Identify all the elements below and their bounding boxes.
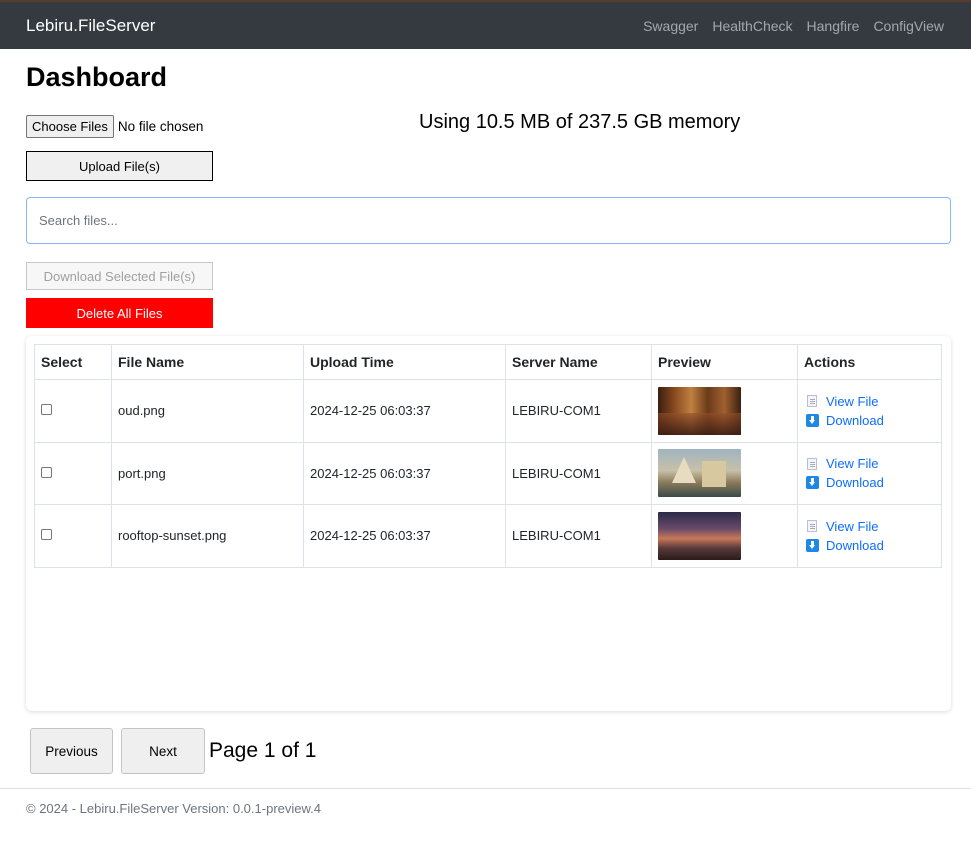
row-checkbox[interactable] — [41, 529, 52, 541]
upload-time: 2024-12-25 06:03:37 — [303, 504, 506, 568]
view-file-label: View File — [826, 518, 879, 534]
header-select: Select — [34, 344, 112, 380]
memory-usage: Using 10.5 MB of 237.5 GB memory — [419, 111, 741, 133]
search-input[interactable] — [26, 197, 951, 244]
file-name: oud.png — [111, 379, 304, 443]
nav-links: Swagger HealthCheck Hangfire ConfigView — [643, 18, 944, 34]
next-page-button[interactable]: Next — [121, 728, 205, 774]
nav-link-hangfire[interactable]: Hangfire — [807, 18, 860, 34]
download-label: Download — [826, 412, 884, 428]
document-icon — [807, 520, 817, 533]
table-row: oud.png 2024-12-25 06:03:37 LEBIRU-COM1 … — [34, 379, 942, 443]
document-icon — [807, 457, 817, 470]
nav-link-healthcheck[interactable]: HealthCheck — [712, 18, 792, 34]
download-label: Download — [826, 537, 884, 553]
top-navbar: Lebiru.FileServer Swagger HealthCheck Ha… — [0, 0, 971, 49]
preview-thumbnail[interactable] — [658, 386, 741, 435]
download-selected-button[interactable]: Download Selected File(s) — [26, 262, 213, 290]
file-input: Choose Files No file chosen — [26, 115, 203, 138]
header-server-name: Server Name — [505, 344, 652, 380]
view-file-link[interactable]: View File — [804, 394, 935, 409]
download-link[interactable]: Download — [804, 538, 935, 553]
view-file-label: View File — [826, 456, 879, 472]
files-card: Select File Name Upload Time Server Name… — [26, 336, 951, 711]
row-checkbox[interactable] — [41, 466, 52, 478]
row-actions: View File Download — [804, 456, 935, 490]
view-file-label: View File — [826, 393, 879, 409]
files-table: Select File Name Upload Time Server Name… — [34, 344, 942, 568]
upload-time: 2024-12-25 06:03:37 — [303, 379, 506, 443]
table-row: rooftop-sunset.png 2024-12-25 06:03:37 L… — [34, 504, 942, 568]
row-checkbox[interactable] — [41, 404, 52, 416]
server-name: LEBIRU-COM1 — [505, 504, 652, 568]
preview-thumbnail[interactable] — [658, 511, 741, 560]
header-actions: Actions — [797, 344, 942, 380]
preview-thumbnail[interactable] — [658, 449, 741, 498]
download-label: Download — [826, 475, 884, 491]
footer: © 2024 - Lebiru.FileServer Version: 0.0.… — [0, 788, 971, 816]
choose-files-button[interactable]: Choose Files — [26, 115, 114, 138]
page-indicator: Page 1 of 1 — [209, 739, 317, 762]
row-actions: View File Download — [804, 394, 935, 428]
view-file-link[interactable]: View File — [804, 456, 935, 471]
upload-time: 2024-12-25 06:03:37 — [303, 441, 506, 505]
download-icon — [806, 538, 819, 552]
header-upload-time: Upload Time — [303, 344, 506, 380]
row-actions: View File Download — [804, 519, 935, 553]
page-title: Dashboard — [26, 62, 168, 92]
upload-files-button[interactable]: Upload File(s) — [26, 151, 213, 181]
document-icon — [807, 395, 817, 408]
server-name: LEBIRU-COM1 — [505, 379, 652, 443]
file-name: port.png — [111, 441, 304, 505]
table-header-row: Select File Name Upload Time Server Name… — [34, 344, 942, 380]
previous-page-button[interactable]: Previous — [30, 728, 113, 774]
header-preview: Preview — [651, 344, 798, 380]
download-link[interactable]: Download — [804, 413, 935, 428]
view-file-link[interactable]: View File — [804, 519, 935, 534]
header-file-name: File Name — [111, 344, 304, 380]
footer-text: © 2024 - Lebiru.FileServer Version: 0.0.… — [26, 801, 322, 816]
nav-link-configview[interactable]: ConfigView — [873, 18, 944, 34]
download-link[interactable]: Download — [804, 475, 935, 490]
brand-link[interactable]: Lebiru.FileServer — [26, 16, 155, 36]
server-name: LEBIRU-COM1 — [505, 441, 652, 505]
table-row: port.png 2024-12-25 06:03:37 LEBIRU-COM1… — [34, 441, 942, 505]
no-file-label: No file chosen — [117, 119, 204, 134]
nav-link-swagger[interactable]: Swagger — [643, 18, 698, 34]
delete-all-button[interactable]: Delete All Files — [26, 298, 213, 328]
download-icon — [806, 413, 819, 427]
file-name: rooftop-sunset.png — [111, 504, 304, 568]
download-icon — [806, 476, 819, 490]
